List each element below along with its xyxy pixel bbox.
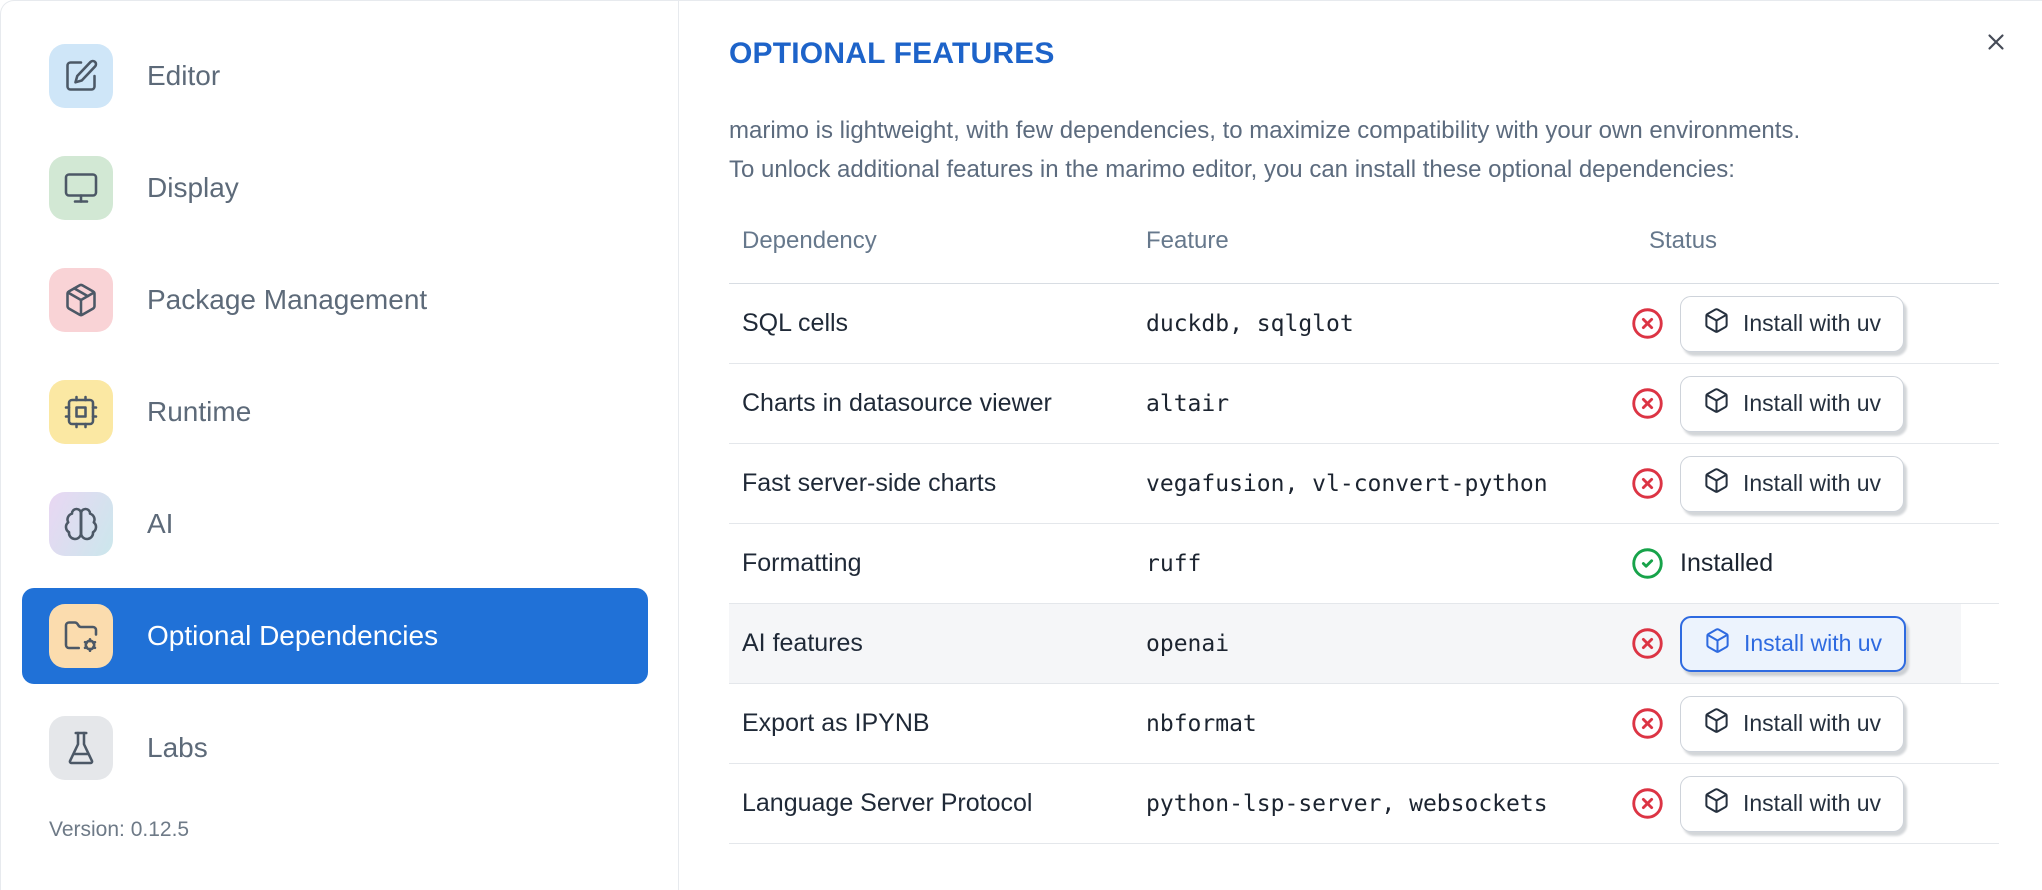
page-title: OPTIONAL FEATURES — [729, 37, 1055, 70]
dependency-cell: Formatting — [742, 549, 862, 577]
install-with-uv-button[interactable]: Install with uv — [1680, 295, 1905, 352]
install-button-label: Install with uv — [1743, 390, 1882, 416]
dependency-cell: Charts in datasource viewer — [742, 389, 1052, 417]
column-header-status: Status — [1649, 227, 1718, 254]
x-circle-icon — [1631, 707, 1664, 740]
sidebar-item-label: Package Management — [147, 284, 428, 315]
settings-sidebar: Editor Display Package Management Runtim… — [1, 1, 679, 890]
column-header-feature: Feature — [1146, 227, 1229, 254]
dependency-cell: SQL cells — [742, 309, 849, 337]
x-circle-icon — [1631, 387, 1664, 420]
close-icon — [1983, 29, 2009, 58]
labs-icon — [49, 716, 113, 780]
sidebar-item-label: Optional Dependencies — [147, 620, 439, 651]
box-icon — [1703, 387, 1730, 420]
status-cell: Install with uv — [1631, 695, 1999, 752]
sidebar-item-display[interactable]: Display — [22, 140, 648, 236]
table-row: Fast server-side charts vegafusion, vl-c… — [729, 444, 1999, 524]
feature-cell: vegafusion, vl-convert-python — [1146, 470, 1548, 497]
x-circle-icon — [1631, 307, 1664, 340]
feature-cell: nbformat — [1146, 710, 1257, 737]
table-row: Formatting ruff Installed — [729, 524, 1999, 604]
check-circle-icon — [1631, 547, 1664, 580]
install-button-label: Install with uv — [1744, 630, 1883, 656]
install-with-uv-button[interactable]: Install with uv — [1680, 455, 1905, 512]
table-row: Language Server Protocol python-lsp-serv… — [729, 764, 1999, 844]
sidebar-item-ai[interactable]: AI — [22, 476, 648, 572]
display-icon — [49, 156, 113, 220]
dependency-cell: AI features — [742, 629, 863, 657]
status-cell: Install with uv — [1631, 775, 1999, 832]
column-header-dependency: Dependency — [742, 227, 877, 254]
package-icon — [49, 268, 113, 332]
install-button-label: Install with uv — [1743, 310, 1882, 336]
feature-cell: openai — [1146, 630, 1230, 657]
table-row: Charts in datasource viewer altair Insta… — [729, 364, 1999, 444]
x-circle-icon — [1631, 787, 1664, 820]
description-line-2: To unlock additional features in the mar… — [729, 156, 1735, 183]
sidebar-item-label: Labs — [147, 732, 208, 763]
feature-cell: ruff — [1146, 550, 1202, 577]
install-button-label: Install with uv — [1743, 470, 1882, 496]
editor-icon — [49, 44, 113, 108]
description-line-1: marimo is lightweight, with few dependen… — [729, 117, 1801, 144]
sidebar-item-label: AI — [147, 508, 174, 539]
dependency-cell: Language Server Protocol — [742, 789, 1033, 817]
ai-icon — [49, 492, 113, 556]
table-row: SQL cells duckdb, sqlglot Install with u… — [729, 284, 1999, 364]
install-with-uv-button[interactable]: Install with uv — [1680, 375, 1905, 432]
install-button-label: Install with uv — [1743, 710, 1882, 736]
version-label: Version: 0.12.5 — [49, 818, 190, 841]
runtime-icon — [49, 380, 113, 444]
status-cell: Install with uv — [1631, 615, 1999, 672]
sidebar-item-list: Editor Display Package Management Runtim… — [22, 28, 678, 796]
sidebar-item-runtime[interactable]: Runtime — [22, 364, 648, 460]
install-button-label: Install with uv — [1743, 790, 1882, 816]
feature-cell: python-lsp-server, websockets — [1146, 790, 1548, 817]
box-icon — [1703, 467, 1730, 500]
status-cell: Install with uv — [1631, 455, 1999, 512]
table-header: Dependency Feature Status — [729, 199, 1999, 284]
table-body: SQL cells duckdb, sqlglot Install with u… — [729, 284, 1999, 844]
close-button[interactable] — [1976, 23, 2016, 63]
folder-cog-icon — [49, 604, 113, 668]
x-circle-icon — [1631, 627, 1664, 660]
box-icon — [1703, 707, 1730, 740]
box-icon — [1703, 787, 1730, 820]
status-cell: Installed — [1631, 547, 1999, 580]
status-cell: Install with uv — [1631, 295, 1999, 352]
table-row: AI features openai Install with uv — [729, 604, 1999, 684]
dependency-cell: Export as IPYNB — [742, 709, 930, 737]
install-with-uv-button[interactable]: Install with uv — [1680, 775, 1905, 832]
feature-cell: duckdb, sqlglot — [1146, 310, 1354, 337]
install-with-uv-button[interactable]: Install with uv — [1680, 695, 1905, 752]
sidebar-item-label: Editor — [147, 60, 221, 91]
dependency-cell: Fast server-side charts — [742, 469, 997, 497]
box-icon — [1704, 627, 1731, 660]
features-table: Dependency Feature Status SQL cells duck… — [729, 199, 1999, 844]
sidebar-item-editor[interactable]: Editor — [22, 28, 648, 124]
sidebar-item-label: Display — [147, 172, 239, 203]
sidebar-item-optional-dependencies[interactable]: Optional Dependencies — [22, 588, 648, 684]
feature-cell: altair — [1146, 390, 1230, 417]
box-icon — [1703, 307, 1730, 340]
sidebar-item-label: Runtime — [147, 396, 252, 427]
sidebar-item-package-management[interactable]: Package Management — [22, 252, 648, 348]
optional-features-panel: OPTIONAL FEATURES marimo is lightweight,… — [679, 1, 2042, 890]
status-cell: Install with uv — [1631, 375, 1999, 432]
settings-dialog: Editor Display Package Management Runtim… — [0, 0, 2042, 890]
sidebar-item-labs[interactable]: Labs — [22, 700, 648, 796]
installed-label: Installed — [1680, 549, 1774, 577]
description-text: marimo is lightweight, with few dependen… — [729, 111, 1974, 189]
x-circle-icon — [1631, 467, 1664, 500]
table-row: Export as IPYNB nbformat Install with uv — [729, 684, 1999, 764]
install-with-uv-button[interactable]: Install with uv — [1680, 615, 1907, 672]
